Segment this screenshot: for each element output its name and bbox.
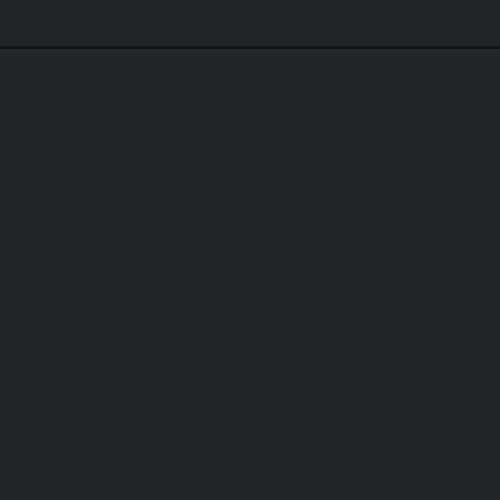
file-grid <box>0 49 500 59</box>
top-folders-row <box>0 28 500 46</box>
page-title <box>0 0 500 28</box>
